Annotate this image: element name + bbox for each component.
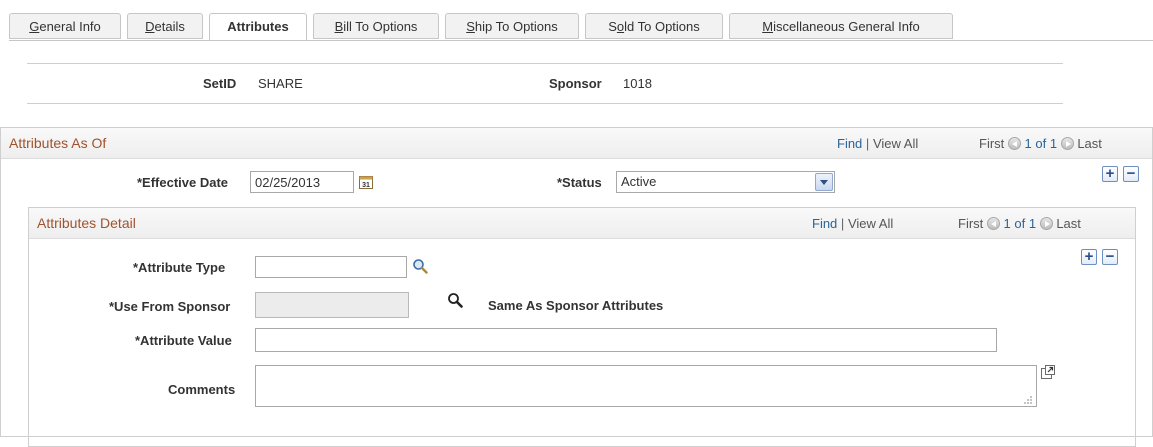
setid-value: SHARE [258, 76, 303, 91]
find-link[interactable]: Find [837, 136, 862, 151]
find-link[interactable]: Find [812, 216, 837, 231]
effective-date-label: *Effective Date [137, 175, 229, 190]
attribute-value-label: *Attribute Value [135, 333, 232, 348]
separator: | [840, 216, 845, 231]
lookup-icon[interactable] [447, 292, 463, 308]
sponsor-value: 1018 [623, 76, 652, 91]
effective-date-input[interactable] [250, 171, 354, 193]
setid-label: SetID [203, 76, 237, 91]
attributes-as-of-group: Attributes As Of Find | View All First 1… [0, 127, 1153, 447]
divider [27, 103, 1063, 104]
attributes-as-of-title: Attributes As Of [9, 135, 107, 151]
tab-details[interactable]: Details [127, 13, 203, 39]
scroll-nav: Find | View All [837, 136, 918, 151]
sponsor-label: Sponsor [549, 76, 602, 91]
dropdown-arrow-icon[interactable] [815, 173, 833, 191]
last-label: Last [1077, 136, 1102, 151]
next-arrow-icon[interactable] [1039, 217, 1053, 230]
use-from-sponsor-input [255, 292, 409, 318]
view-all-link[interactable]: View All [873, 136, 918, 151]
row-nav: First 1 of 1 Last [979, 136, 1102, 151]
divider [27, 63, 1063, 64]
first-label: First [979, 136, 1005, 151]
status-value: Active [621, 174, 657, 189]
last-label: Last [1056, 216, 1081, 231]
separator: | [865, 136, 870, 151]
same-as-sponsor-attributes-text: Same As Sponsor Attributes [488, 298, 664, 313]
attribute-type-label: *Attribute Type [133, 260, 226, 275]
row-nav: First 1 of 1 Last [958, 216, 1081, 231]
attribute-value-input[interactable] [255, 328, 997, 352]
next-arrow-icon[interactable] [1060, 137, 1074, 150]
add-row-button[interactable]: + [1102, 166, 1118, 182]
delete-row-button[interactable]: − [1102, 249, 1118, 265]
row-count: 1 of 1 [1003, 216, 1037, 231]
attribute-type-input[interactable] [255, 256, 407, 278]
group-header: Attributes As Of Find | View All First 1… [1, 128, 1152, 159]
status-label: *Status [557, 175, 602, 190]
search-icon[interactable] [412, 258, 428, 274]
comments-label: Comments [168, 382, 236, 397]
calendar-icon[interactable]: 31 [359, 175, 373, 189]
status-dropdown[interactable]: Active [616, 171, 835, 193]
view-all-link[interactable]: View All [848, 216, 893, 231]
previous-arrow-icon[interactable] [1007, 137, 1021, 150]
scroll-nav: Find | View All [812, 216, 893, 231]
tab-bill-to-options[interactable]: Bill To Options [313, 13, 439, 39]
svg-text:31: 31 [362, 182, 370, 189]
row-count: 1 of 1 [1024, 136, 1058, 151]
tab-miscellaneous-general-info[interactable]: Miscellaneous General Info [729, 13, 953, 39]
attributes-detail-title: Attributes Detail [37, 215, 136, 231]
tab-ship-to-options[interactable]: Ship To Options [445, 13, 579, 39]
delete-row-button[interactable]: − [1123, 166, 1139, 182]
group-header: Attributes Detail Find | View All First … [29, 208, 1135, 239]
expand-icon[interactable] [1040, 364, 1056, 380]
tab-attributes[interactable]: Attributes [209, 13, 307, 41]
use-from-sponsor-label: *Use From Sponsor [109, 299, 231, 314]
add-row-button[interactable]: + [1081, 249, 1097, 265]
comments-textarea[interactable] [255, 365, 1037, 407]
tab-general-info[interactable]: General Info [9, 13, 121, 39]
resize-grip-icon[interactable] [1023, 393, 1033, 404]
previous-arrow-icon[interactable] [986, 217, 1000, 230]
tab-underline [9, 40, 1153, 41]
tab-sold-to-options[interactable]: Sold To Options [585, 13, 723, 39]
attributes-detail-group: Attributes Detail Find | View All First … [28, 207, 1136, 447]
first-label: First [958, 216, 984, 231]
